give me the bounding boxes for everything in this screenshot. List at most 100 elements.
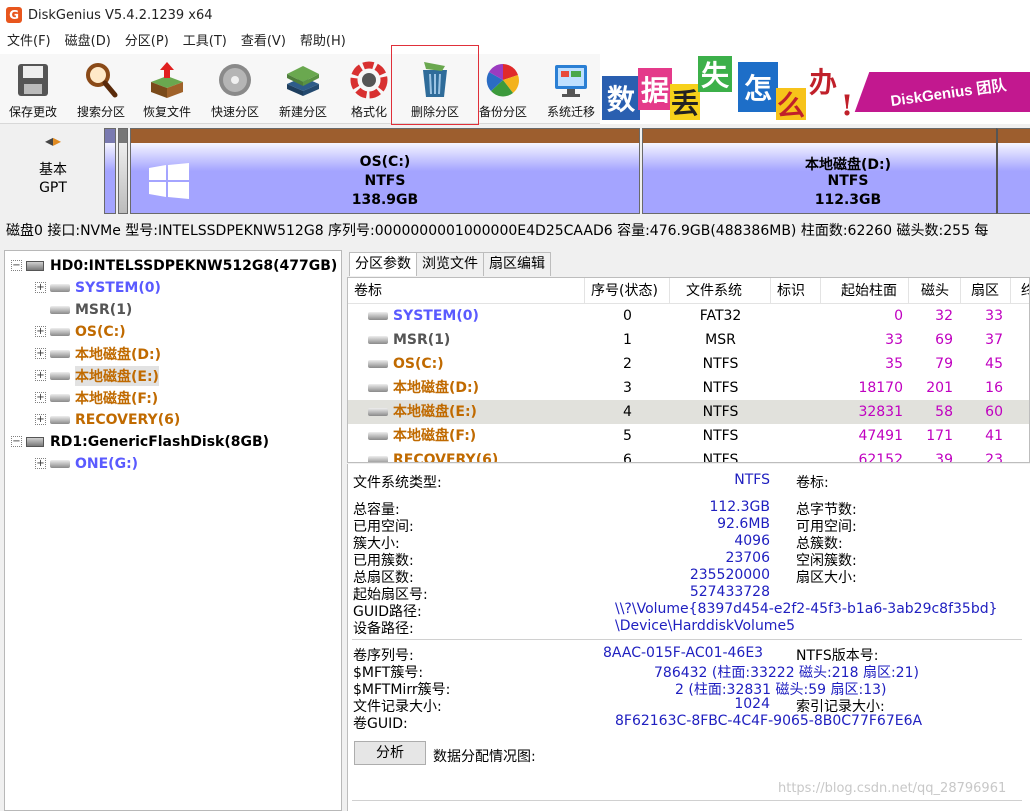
partition-c-fs: NTFS: [364, 173, 406, 189]
partition-icon: [368, 408, 388, 416]
column-header-end[interactable]: 终: [1011, 278, 1029, 304]
quick-partition-button[interactable]: 快速分区: [202, 56, 268, 122]
expand-icon[interactable]: +: [35, 458, 46, 469]
menu-view[interactable]: 查看(V): [234, 30, 293, 54]
menu-help[interactable]: 帮助(H): [293, 30, 353, 54]
column-header-start-cyl[interactable]: 起始柱面: [821, 278, 909, 304]
partition-table: 卷标 序号(状态) 文件系统 标识 起始柱面 磁头 扇区 终 SYSTEM(0)…: [347, 277, 1030, 463]
system-migrate-button[interactable]: 系统迁移: [538, 56, 604, 122]
expand-icon[interactable]: +: [35, 348, 46, 359]
expand-icon[interactable]: +: [35, 326, 46, 337]
prev-disk-icon[interactable]: ◂: [45, 131, 53, 150]
promo-banner[interactable]: 数 据 丢 失 怎 么 办 ! DiskGenius 团队: [600, 54, 1030, 124]
row-fs: MSR: [705, 332, 736, 348]
table-row[interactable]: RECOVERY(6) 6 NTFS 62152 39 23: [348, 448, 1029, 463]
menu-file[interactable]: 文件(F): [0, 30, 58, 54]
row-index: 4: [623, 404, 632, 420]
table-row[interactable]: MSR(1) 1 MSR 33 69 37: [348, 328, 1029, 352]
table-row[interactable]: OS(C:) 2 NTFS 35 79 45: [348, 352, 1029, 376]
search-partition-button[interactable]: 搜索分区: [68, 56, 134, 122]
partition-c-size: 138.9GB: [351, 192, 419, 208]
recover-label: 恢复文件: [142, 105, 191, 119]
banner-char: 办: [806, 60, 840, 102]
layers-icon: [287, 66, 319, 96]
fs-type-value: NTFS: [734, 472, 770, 488]
table-row-selected[interactable]: 本地磁盘(E:) 4 NTFS 32831 58 60: [348, 400, 1029, 424]
used-space-value: 92.6MB: [717, 516, 770, 532]
row-index: 2: [623, 356, 632, 372]
column-header-head[interactable]: 磁头: [909, 278, 961, 304]
row-sector: 23: [985, 452, 1003, 463]
save-icon: [18, 64, 48, 96]
tab-sector-editor[interactable]: 扇区编辑: [483, 252, 551, 276]
table-row[interactable]: 本地磁盘(F:) 5 NTFS 47491 171 41: [348, 424, 1029, 448]
column-header-index[interactable]: 序号(状态): [585, 278, 670, 304]
row-sector: 16: [985, 380, 1003, 396]
backup-partition-button[interactable]: 备份分区: [470, 56, 536, 122]
partition-block-system[interactable]: [104, 128, 116, 214]
partition-block-d[interactable]: 本地磁盘(D:) NTFS 112.3GB: [642, 128, 1030, 214]
row-start-cyl: 18170: [858, 380, 903, 396]
menu-disk[interactable]: 磁盘(D): [58, 30, 118, 54]
recover-files-button[interactable]: 恢复文件: [134, 56, 200, 122]
partition-icon: [50, 393, 70, 402]
tab-partition-params[interactable]: 分区参数: [349, 252, 417, 276]
next-disk-icon[interactable]: ▸: [53, 131, 61, 150]
partition-icon: [368, 360, 388, 368]
tree-item-system[interactable]: + SYSTEM(0): [35, 277, 161, 298]
tree-item-f[interactable]: + 本地磁盘(F:): [35, 387, 158, 408]
menu-tools[interactable]: 工具(T): [176, 30, 234, 54]
tree-item-g[interactable]: + ONE(G:): [35, 453, 138, 474]
tree-item-e[interactable]: + 本地磁盘(E:): [35, 365, 159, 386]
cluster-size-value: 4096: [734, 533, 770, 549]
serial-value: 8AAC-015F-AC01-46E3: [603, 645, 764, 661]
disk-nav[interactable]: ◂▸: [30, 131, 76, 150]
pie-backup-icon: [486, 63, 519, 97]
row-start-cyl: 0: [894, 308, 903, 324]
tab-browse-files[interactable]: 浏览文件: [416, 252, 484, 276]
disk-scheme-label: GPT: [39, 180, 67, 196]
column-header-label[interactable]: 卷标: [348, 278, 585, 304]
table-row[interactable]: 本地磁盘(D:) 3 NTFS 18170 201 16: [348, 376, 1029, 400]
collapse-icon[interactable]: −: [11, 260, 22, 271]
row-label: MSR(1): [393, 332, 451, 348]
column-header-flag[interactable]: 标识: [771, 278, 821, 304]
expand-icon[interactable]: +: [35, 282, 46, 293]
tree-disk-rd1[interactable]: − RD1:GenericFlashDisk(8GB): [11, 431, 269, 452]
migrate-label: 系统迁移: [546, 105, 595, 119]
new-partition-button[interactable]: 新建分区: [270, 56, 336, 122]
divider: [352, 639, 1022, 640]
tree-item-d[interactable]: + 本地磁盘(D:): [35, 343, 161, 364]
tree-item-msr[interactable]: MSR(1): [35, 299, 132, 320]
watermark: https://blog.csdn.net/qq_28796961: [778, 781, 1007, 796]
tree-item-label: OS(C:): [75, 323, 126, 340]
row-head: 79: [935, 356, 953, 372]
tree-disk-hd0[interactable]: − HD0:INTELSSDPEKNW512G8(477GB): [11, 255, 337, 276]
partition-block-msr[interactable]: [118, 128, 128, 214]
table-row[interactable]: SYSTEM(0) 0 FAT32 0 32 33: [348, 304, 1029, 328]
collapse-icon[interactable]: −: [11, 436, 22, 447]
column-header-fs[interactable]: 文件系统: [670, 278, 771, 304]
tree-item-label: 本地磁盘(E:): [75, 365, 159, 386]
partition-icon: [368, 312, 388, 320]
analyze-button[interactable]: 分析: [354, 741, 426, 765]
menu-bar: 文件(F) 磁盘(D) 分区(P) 工具(T) 查看(V) 帮助(H): [0, 30, 1030, 54]
device-path-label: 设备路径:: [353, 621, 414, 637]
tree-item-recovery[interactable]: + RECOVERY(6): [35, 409, 180, 430]
column-header-sector[interactable]: 扇区: [961, 278, 1011, 304]
volume-label-label: 卷标:: [796, 475, 829, 491]
partition-c-name: OS(C:): [359, 154, 411, 170]
partition-block-e[interactable]: [996, 128, 1030, 214]
partition-icon: [368, 336, 388, 344]
new-label: 新建分区: [278, 105, 327, 119]
tree-item-c[interactable]: + OS(C:): [35, 321, 126, 342]
partition-block-c[interactable]: OS(C:) NTFS 138.9GB: [130, 128, 640, 214]
partition-info-panel: 文件系统类型: NTFS 卷标: 总容量: 112.3GB 总字节数: 已用空间…: [347, 464, 1030, 811]
save-changes-button[interactable]: 保存更改: [0, 56, 66, 122]
expand-icon[interactable]: +: [35, 370, 46, 381]
expand-icon[interactable]: +: [35, 392, 46, 403]
expand-icon[interactable]: +: [35, 414, 46, 425]
menu-partition[interactable]: 分区(P): [118, 30, 176, 54]
delete-partition-button[interactable]: 删除分区: [391, 45, 479, 125]
sector-size-label: 扇区大小:: [796, 570, 857, 586]
